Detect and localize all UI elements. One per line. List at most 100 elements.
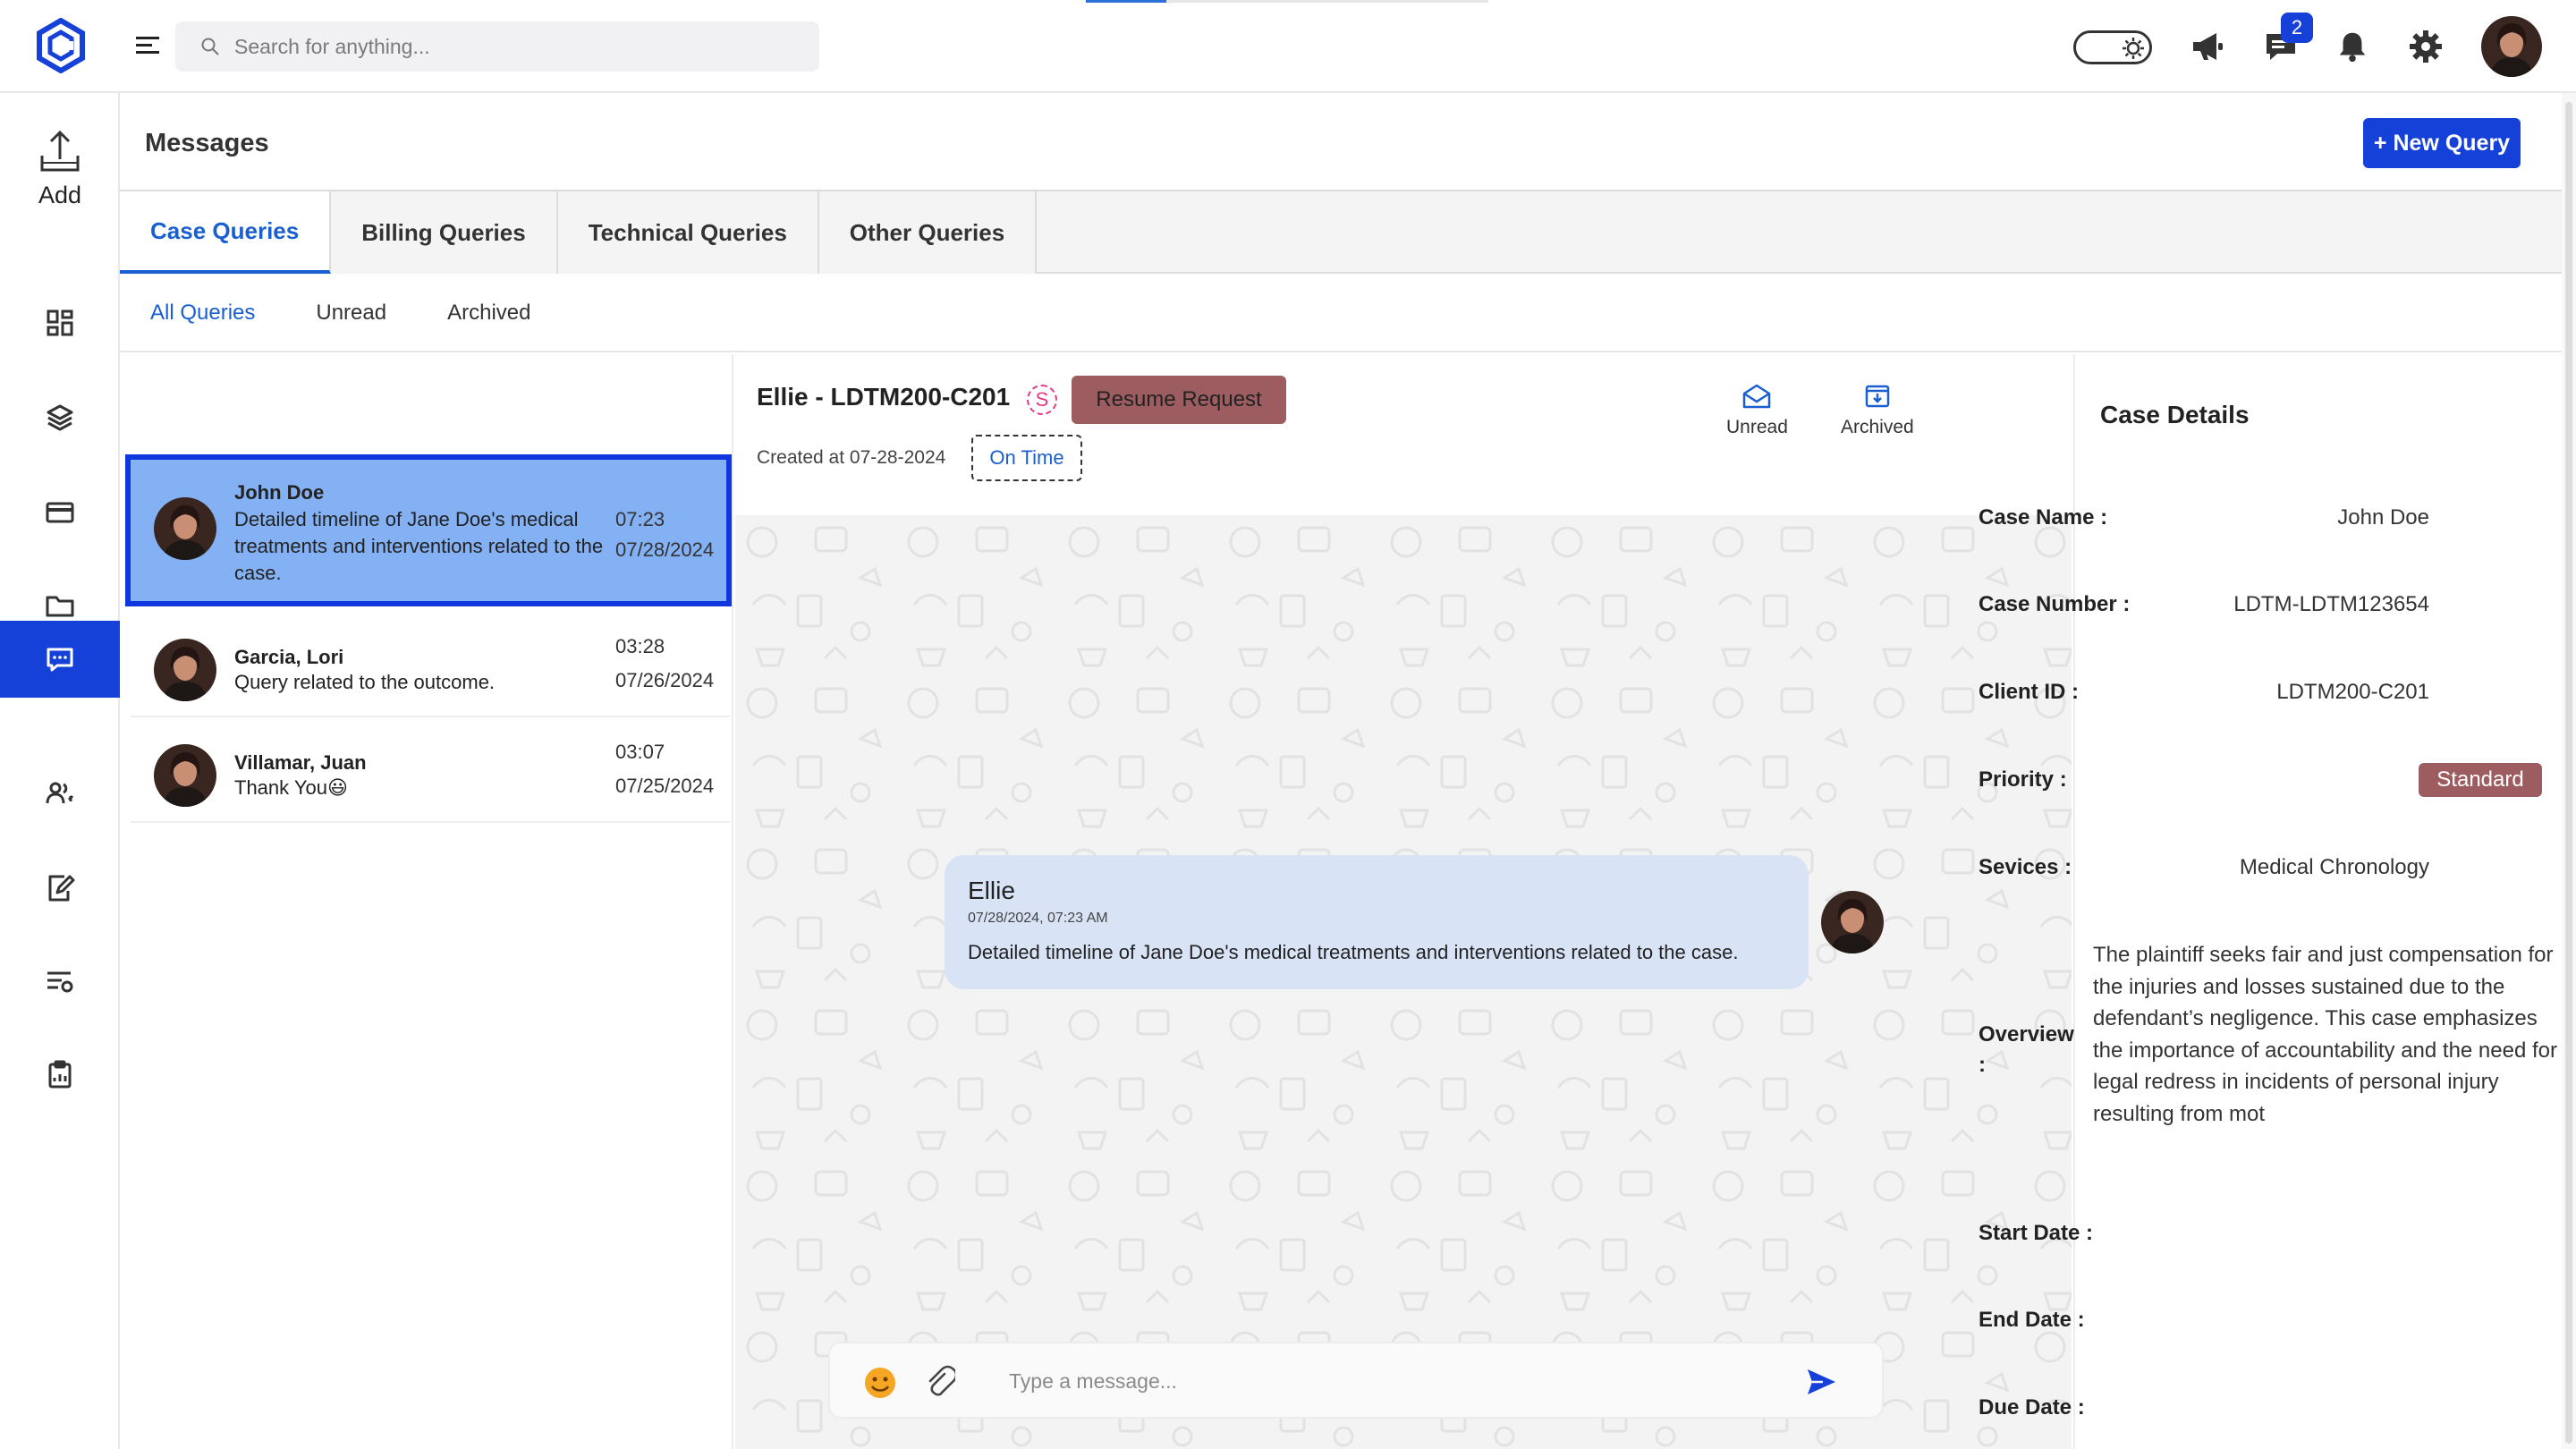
detail-label: Sevices : (1979, 855, 2072, 879)
page-title: Messages (145, 129, 269, 157)
sidebar-item-users[interactable] (0, 755, 120, 832)
new-query-button[interactable]: + New Query (2363, 118, 2521, 168)
query-sender-name: Garcia, Lori (234, 646, 344, 668)
timeliness-badge: On Time (971, 435, 1082, 481)
edit-document-icon (48, 875, 75, 902)
sidebar-item-clipboard[interactable] (0, 1036, 120, 1113)
detail-value: Medical Chronology (2239, 855, 2429, 879)
mark-unread-button[interactable]: Unread (1726, 383, 1788, 438)
chat-panel: Ellie - LDTM200-C201 S Resume Request Cr… (735, 354, 2072, 1449)
add-button[interactable]: Add (0, 129, 120, 209)
notifications-button[interactable] (2333, 27, 2372, 66)
tab-other-queries[interactable]: Other Queries (818, 191, 1038, 274)
query-preview: Thank You😃 (234, 776, 348, 799)
announcements-button[interactable] (2188, 27, 2227, 66)
list-item[interactable]: Villamar, Juan Thank You😃 03:07 07/25/20… (131, 730, 730, 823)
query-time: 03:07 (615, 741, 665, 763)
avatar (154, 744, 216, 807)
avatar (154, 497, 216, 560)
emoji-icon[interactable] (862, 1365, 898, 1401)
sidebar: Add (0, 93, 120, 1449)
subtab-unread[interactable]: Unread (316, 301, 386, 326)
detail-label: Client ID : (1979, 680, 2079, 704)
app-logo-icon[interactable] (36, 18, 86, 73)
search-input[interactable] (234, 34, 789, 59)
detail-value: LDTM-LDTM123654 (2233, 592, 2429, 616)
sidebar-item-edit-document[interactable] (0, 850, 120, 927)
detail-label: Case Name : (1979, 505, 2108, 530)
query-preview: Query related to the outcome. (234, 671, 496, 693)
message-timestamp: 07/28/2024, 07:23 AM (968, 911, 1108, 926)
layers-icon (47, 404, 73, 431)
credit-card-icon (46, 502, 74, 523)
upload-icon (40, 130, 80, 172)
message-input[interactable] (1009, 1363, 1742, 1399)
sidebar-item-messages[interactable] (0, 621, 120, 698)
user-avatar[interactable] (2481, 16, 2542, 77)
menu-toggle-icon[interactable] (134, 32, 161, 59)
query-date: 07/28/2024 (615, 538, 715, 561)
list-item[interactable]: John Doe Detailed timeline of Jane Doe's… (125, 454, 732, 606)
chat-header: Ellie - LDTM200-C201 S Resume Request Cr… (735, 354, 2072, 513)
avatar (154, 639, 216, 701)
dashboard-icon (47, 309, 73, 336)
created-date: Created at 07-28-2024 (757, 447, 946, 468)
case-details-panel: Case Details (2073, 354, 2562, 1449)
detail-label: Start Date : (1979, 1221, 2094, 1245)
sidebar-item-layers[interactable] (0, 379, 120, 456)
service-badge: S (1027, 385, 1057, 415)
add-label: Add (38, 182, 82, 208)
query-category-tabs: Case Queries Billing Queries Technical Q… (120, 190, 2562, 274)
unread-label: Unread (1726, 417, 1788, 437)
archive-icon (1865, 385, 1890, 408)
detail-value: LDTM200-C201 (2276, 680, 2429, 704)
loading-progress-bar (1086, 0, 1488, 3)
query-preview: Detailed timeline of Jane Doe's medical … (234, 508, 604, 584)
sun-icon (2123, 38, 2144, 59)
detail-label: Case Number : (1979, 592, 2131, 616)
bell-icon (2339, 32, 2366, 63)
tab-billing-queries[interactable]: Billing Queries (331, 191, 558, 274)
tab-case-queries[interactable]: Case Queries (120, 191, 332, 274)
attachment-icon[interactable] (923, 1365, 955, 1401)
message-sender: Ellie (968, 877, 1015, 904)
page-scrollbar[interactable] (2562, 93, 2576, 1449)
messages-count-badge: 2 (2281, 13, 2313, 43)
search-bar[interactable] (175, 21, 819, 72)
sidebar-item-dashboard[interactable] (0, 284, 120, 361)
list-settings-icon (47, 971, 73, 993)
query-date: 07/25/2024 (615, 775, 715, 797)
message-text: Detailed timeline of Jane Doe's medical … (968, 941, 1739, 963)
search-icon (201, 38, 219, 55)
overview-label: Overview : (1979, 1022, 2074, 1077)
list-item[interactable]: Garcia, Lori Query related to the outcom… (131, 624, 730, 717)
clipboard-icon (48, 1060, 72, 1089)
subtab-all-queries[interactable]: All Queries (150, 301, 255, 326)
chat-messages-area: Ellie 07/28/2024, 07:23 AM Detailed time… (735, 515, 2072, 1449)
archive-button[interactable]: Archived (1841, 383, 1914, 438)
gear-icon (2410, 30, 2442, 63)
avatar (1821, 891, 1884, 953)
subtab-archived[interactable]: Archived (447, 301, 530, 326)
send-icon[interactable] (1805, 1367, 1837, 1397)
theme-toggle[interactable] (2073, 30, 2152, 64)
top-bar: 2 (0, 0, 2576, 93)
query-list: John Doe Detailed timeline of Jane Doe's… (120, 354, 733, 1449)
message-bubble: Ellie 07/28/2024, 07:23 AM Detailed time… (945, 855, 1809, 989)
archived-label: Archived (1841, 417, 1914, 437)
sidebar-item-settings-list[interactable] (0, 943, 120, 1020)
folder-icon (46, 596, 74, 617)
detail-value: John Doe (2337, 505, 2429, 530)
overview-text: The plaintiff seeks fair and just compen… (2093, 943, 2557, 1126)
sidebar-item-billing[interactable] (0, 474, 120, 551)
detail-label: Priority : (1979, 767, 2067, 792)
detail-label: End Date : (1979, 1308, 2085, 1332)
main-content: Messages + New Query Case Queries Billin… (120, 93, 2562, 1449)
resume-request-button[interactable]: Resume Request (1072, 376, 1286, 424)
settings-button[interactable] (2406, 27, 2445, 66)
query-time: 03:28 (615, 635, 665, 657)
tab-technical-queries[interactable]: Technical Queries (557, 191, 819, 274)
query-time: 07:23 (615, 508, 665, 530)
chat-title: Ellie - LDTM200-C201 (757, 383, 1011, 411)
query-sender-name: John Doe (234, 481, 325, 504)
